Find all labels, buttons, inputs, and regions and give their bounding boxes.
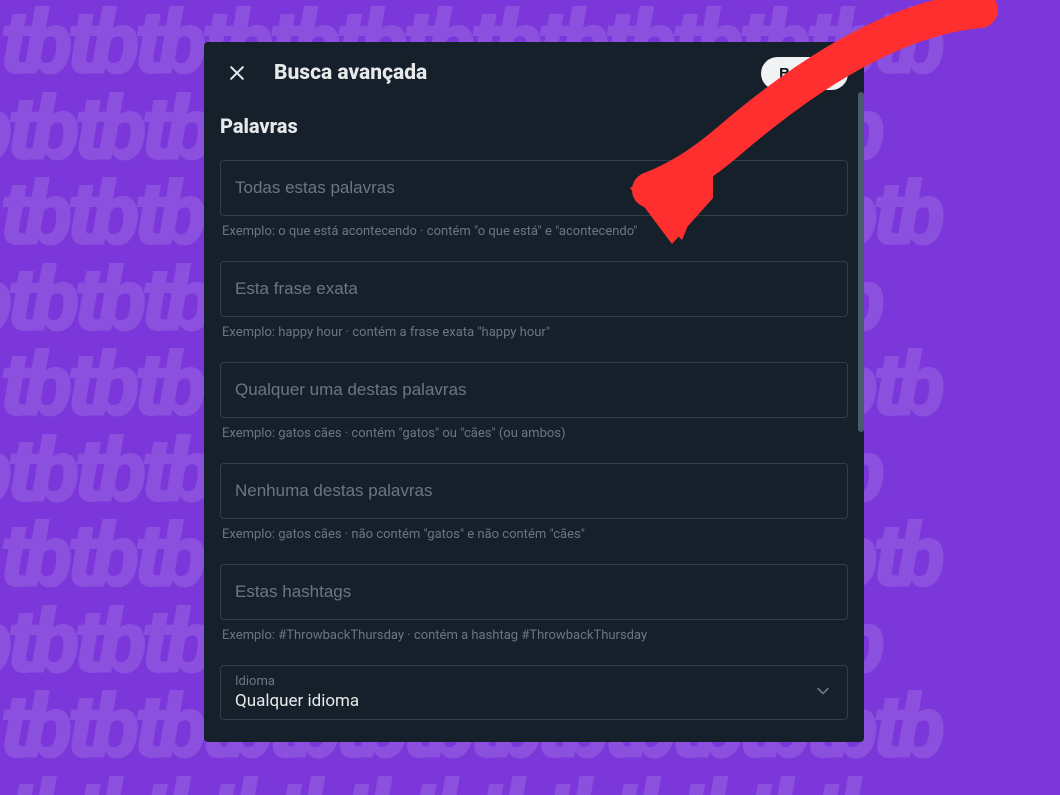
none-words-input[interactable] <box>220 463 848 519</box>
words-section: Palavras Exemplo: o que está acontecendo… <box>204 114 864 730</box>
hashtags-group: Exemplo: #ThrowbackThursday · contém a h… <box>220 564 848 643</box>
modal-header: Busca avançada Buscar <box>204 42 864 114</box>
chevron-down-icon <box>813 681 833 705</box>
all-words-helper: Exemplo: o que está acontecendo · contém… <box>220 224 848 239</box>
any-words-group: Exemplo: gatos cães · contém "gatos" ou … <box>220 362 848 441</box>
any-words-helper: Exemplo: gatos cães · contém "gatos" ou … <box>220 426 848 441</box>
modal-title: Busca avançada <box>274 61 741 85</box>
exact-phrase-helper: Exemplo: happy hour · contém a frase exa… <box>220 325 848 340</box>
language-select[interactable]: Idioma Qualquer idioma <box>220 665 848 720</box>
exact-phrase-group: Exemplo: happy hour · contém a frase exa… <box>220 261 848 340</box>
language-label: Idioma <box>235 674 833 689</box>
section-heading: Palavras <box>220 114 848 138</box>
none-words-helper: Exemplo: gatos cães · não contém "gatos"… <box>220 527 848 542</box>
scrollbar-thumb[interactable] <box>858 92 864 432</box>
all-words-group: Exemplo: o que está acontecendo · contém… <box>220 160 848 239</box>
exact-phrase-input[interactable] <box>220 261 848 317</box>
language-value: Qualquer idioma <box>235 691 833 711</box>
advanced-search-modal: Busca avançada Buscar Palavras Exemplo: … <box>204 42 864 742</box>
none-words-group: Exemplo: gatos cães · não contém "gatos"… <box>220 463 848 542</box>
hashtags-helper: Exemplo: #ThrowbackThursday · contém a h… <box>220 628 848 643</box>
close-button[interactable] <box>220 56 254 90</box>
hashtags-input[interactable] <box>220 564 848 620</box>
close-icon <box>227 63 247 83</box>
search-button[interactable]: Buscar <box>761 57 848 90</box>
any-words-input[interactable] <box>220 362 848 418</box>
all-words-input[interactable] <box>220 160 848 216</box>
